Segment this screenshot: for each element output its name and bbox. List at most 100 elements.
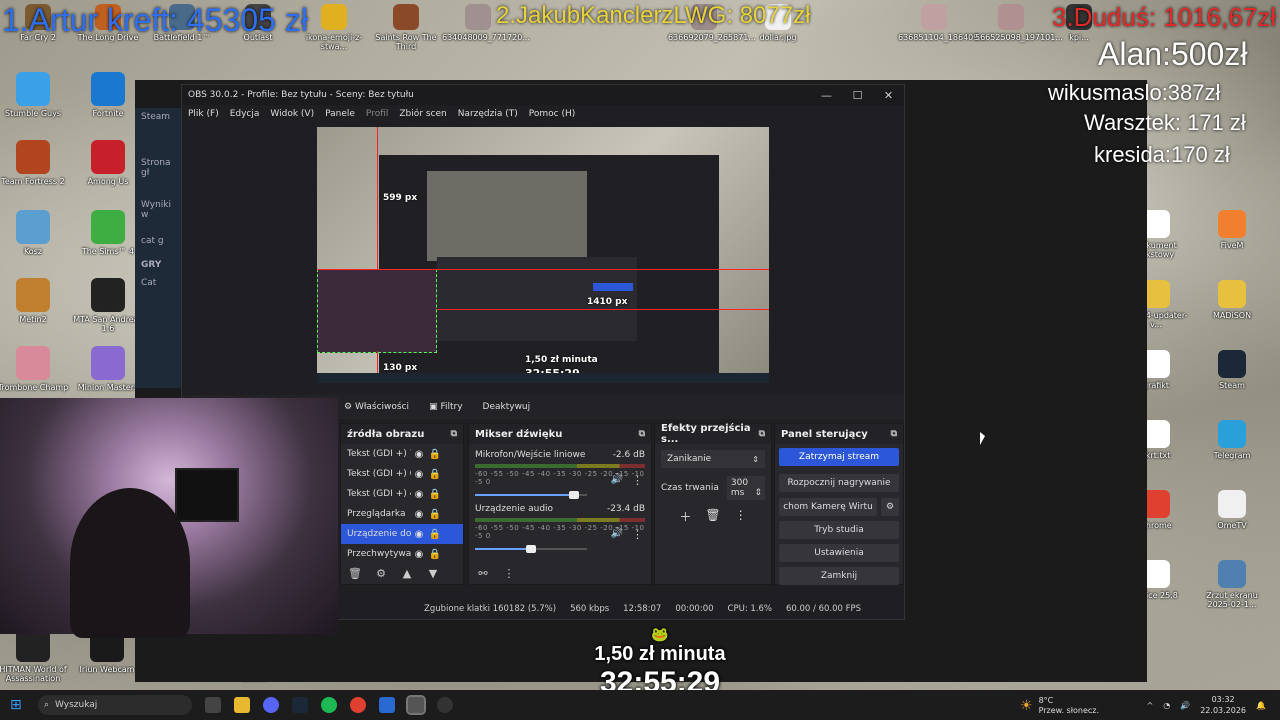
source-item[interactable]: Przechwytywan ◉ 🔒: [341, 544, 463, 564]
transition-menu-icon[interactable]: ⋮: [735, 508, 747, 525]
desktop-icon[interactable]: Metin2: [0, 278, 69, 324]
properties-button[interactable]: ⚙ Właściwości: [336, 399, 417, 415]
source-item[interactable]: Tekst (GDI +) 4 ◉ 🔒: [341, 484, 463, 504]
desktop-icon[interactable]: Steam: [1196, 350, 1268, 390]
visibility-eye-icon[interactable]: ◉: [411, 449, 427, 460]
tray-chevron-icon[interactable]: ^: [1147, 701, 1154, 710]
taskbar-search[interactable]: ⌕ Wyszukaj: [38, 695, 192, 715]
windows-start-icon[interactable]: ⊞: [10, 697, 22, 713]
steam-search[interactable]: cat g: [135, 232, 187, 250]
menu-help[interactable]: Pomoc (H): [529, 109, 576, 119]
file-explorer-icon[interactable]: [234, 697, 250, 713]
virtual-camera-button[interactable]: chom Kamerę Wirtu: [779, 498, 877, 516]
desktop-icon[interactable]: Saints Row The Third: [370, 4, 442, 51]
lock-icon[interactable]: 🔒: [427, 549, 443, 560]
clock[interactable]: 03:32 22.03.2026: [1200, 694, 1246, 716]
lock-icon[interactable]: 🔒: [427, 469, 443, 480]
desktop-icon[interactable]: The Sims™ 4: [72, 210, 144, 256]
exit-button[interactable]: Zamknij: [779, 567, 899, 585]
desktop-icon[interactable]: MTA San Andreas 1.6: [72, 278, 144, 333]
desktop-icon[interactable]: OmeTV: [1196, 490, 1268, 530]
menu-profile[interactable]: Profil: [366, 109, 388, 119]
undock-icon[interactable]: ⧉: [891, 429, 897, 439]
source-item[interactable]: Tekst (GDI +) 6 ◉ 🔒: [341, 464, 463, 484]
desktop-icon[interactable]: Team Fortress 2: [0, 140, 69, 186]
slider-knob[interactable]: [526, 545, 536, 553]
spotify-icon[interactable]: [321, 697, 337, 713]
desktop-icon[interactable]: Zrzut ekranu 2025-02-1...: [1196, 560, 1268, 609]
mixer-menu-icon[interactable]: ⋮: [499, 567, 519, 580]
minimize-icon[interactable]: —: [811, 89, 842, 102]
virtual-camera-settings-icon[interactable]: ⚙: [881, 498, 899, 516]
start-recording-button[interactable]: Rozpocznij nagrywanie: [779, 474, 899, 492]
desktop-icon[interactable]: HITMAN World of Assassination: [0, 628, 69, 683]
source-item[interactable]: Przeglądarka ◉ 🔒: [341, 504, 463, 524]
notifications-icon[interactable]: 🔔: [1256, 701, 1266, 710]
network-icon[interactable]: ◔: [1163, 701, 1170, 710]
source-settings-icon[interactable]: ⚙: [371, 567, 391, 580]
remove-source-icon[interactable]: 🗑: [345, 567, 365, 580]
preview-webcam-source[interactable]: [317, 269, 437, 353]
weather-widget[interactable]: ☀ 8°C Przew. słonecz.: [1020, 696, 1099, 716]
channel-menu-icon[interactable]: ⋮: [632, 528, 643, 541]
desktop-icon[interactable]: ikona-emoji-z-stwa...: [298, 4, 370, 51]
steam-icon[interactable]: [292, 697, 308, 713]
task-view-icon[interactable]: [205, 697, 221, 713]
lock-icon[interactable]: 🔒: [427, 489, 443, 500]
app2-icon[interactable]: [437, 697, 453, 713]
source-item[interactable]: Urządzenie do p◉🔒: [341, 524, 463, 544]
deactivate-button[interactable]: Deaktywuj: [475, 399, 539, 415]
undock-icon[interactable]: ⧉: [451, 429, 457, 439]
studio-mode-button[interactable]: Tryb studia: [779, 521, 899, 539]
desktop-icon[interactable]: Trombone Champ: [0, 346, 69, 392]
volume-icon[interactable]: 🔊: [611, 474, 623, 485]
visibility-eye-icon[interactable]: ◉: [411, 469, 427, 480]
channel-menu-icon[interactable]: ⋮: [632, 474, 643, 487]
lock-icon[interactable]: 🔒: [427, 449, 443, 460]
steam-item[interactable]: Cat: [135, 274, 187, 292]
move-up-icon[interactable]: ▲: [397, 567, 417, 580]
desktop-icon[interactable]: Kosz: [0, 210, 69, 256]
remove-transition-icon[interactable]: 🗑: [705, 508, 720, 525]
maximize-icon[interactable]: ☐: [842, 89, 873, 102]
desktop-icon[interactable]: Minion Masters: [72, 346, 144, 392]
volume-icon[interactable]: 🔊: [611, 528, 623, 539]
obs-taskbar-icon[interactable]: [406, 695, 426, 715]
obs-preview[interactable]: 599 px 130 px 1410 px 1,50 zł minuta 32:…: [317, 127, 769, 383]
desktop-icon[interactable]: 636851104_186409...: [898, 4, 986, 42]
lock-icon[interactable]: 🔒: [427, 509, 443, 520]
menu-tools[interactable]: Narzędzia (T): [458, 109, 518, 119]
visibility-eye-icon[interactable]: ◉: [411, 489, 427, 500]
discord-icon[interactable]: [263, 697, 279, 713]
menu-scene-collection[interactable]: Zbiór scen: [399, 109, 446, 119]
menu-docks[interactable]: Panele: [325, 109, 355, 119]
transition-select[interactable]: Zanikanie ⇕: [661, 450, 765, 468]
visibility-eye-icon[interactable]: ◉: [411, 529, 427, 540]
desktop-icon[interactable]: Telegram: [1196, 420, 1268, 460]
desktop-icon[interactable]: MADiSON: [1196, 280, 1268, 320]
source-item[interactable]: Tekst (GDI +) 7 ◉ 🔒: [341, 444, 463, 464]
volume-slider[interactable]: [475, 544, 587, 554]
add-transition-icon[interactable]: ＋: [679, 508, 691, 525]
desktop-icon[interactable]: Fortnite: [72, 72, 144, 118]
app-icon[interactable]: [379, 697, 395, 713]
menu-edit[interactable]: Edycja: [230, 109, 260, 119]
menu-view[interactable]: Widok (V): [270, 109, 314, 119]
close-icon[interactable]: ✕: [873, 89, 904, 102]
desktop-icon[interactable]: FiveM: [1196, 210, 1268, 250]
stop-stream-button[interactable]: Zatrzymaj stream: [779, 448, 899, 466]
volume-icon[interactable]: 🔊: [1180, 701, 1190, 710]
chrome-icon[interactable]: [350, 697, 366, 713]
move-down-icon[interactable]: ▼: [423, 567, 443, 580]
duration-input[interactable]: 300 ms ⇕: [726, 476, 765, 500]
lock-icon[interactable]: 🔒: [427, 529, 443, 540]
visibility-eye-icon[interactable]: ◉: [411, 509, 427, 520]
visibility-eye-icon[interactable]: ◉: [411, 549, 427, 560]
undock-icon[interactable]: ⧉: [759, 429, 765, 439]
desktop-icon[interactable]: Among Us: [72, 140, 144, 186]
desktop-icon[interactable]: 566525098_197101...: [975, 4, 1063, 42]
advanced-audio-icon[interactable]: ⚯: [473, 567, 493, 580]
menu-file[interactable]: Plik (F): [188, 109, 219, 119]
undock-icon[interactable]: ⧉: [639, 429, 645, 439]
filters-button[interactable]: ▣ Filtry: [421, 399, 470, 415]
